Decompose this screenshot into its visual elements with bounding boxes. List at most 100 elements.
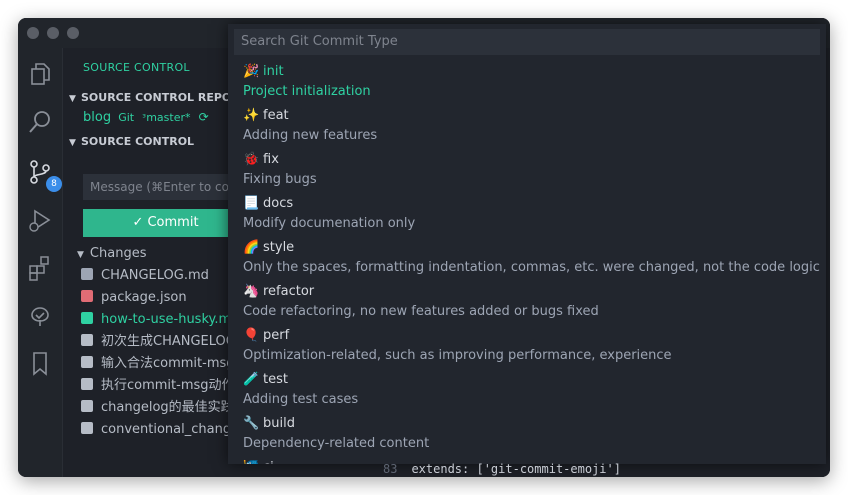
changes-group-header[interactable]: ▼ Changes <box>77 246 146 261</box>
commit-message-input[interactable]: Message (⌘Enter to commit) <box>83 174 248 200</box>
changed-file-item[interactable]: 执行commit-msg动作.png <box>81 375 248 397</box>
commit-type-description: Optimization-related, such as improving … <box>243 348 672 363</box>
file-name: changelog的最佳实践.png <box>101 400 248 415</box>
activity-bar: 8 <box>18 48 62 477</box>
repository-row[interactable]: blog Git ᵌmaster* ⟳ <box>83 110 209 125</box>
chevron-down-icon: ▼ <box>77 250 84 260</box>
maximize-window-button[interactable] <box>67 27 79 39</box>
vscode-window: 8 SOURCE CONTROL ▼ SOURCE CONTROL REPOSIT… <box>18 18 830 477</box>
commit-type-emoji-icon: 🧪 <box>243 372 260 387</box>
commit-type-title: 🧪 test <box>243 372 288 387</box>
commit-type-name: docs <box>263 196 294 211</box>
close-window-button[interactable] <box>27 27 39 39</box>
source-control-sidebar: SOURCE CONTROL ▼ SOURCE CONTROL REPOSITOR… <box>62 48 288 477</box>
commit-type-emoji-icon: 🦄 <box>243 284 260 299</box>
changed-file-item[interactable]: changelog的最佳实践.png <box>81 397 248 419</box>
commit-type-title: 🎏 ci <box>243 460 274 464</box>
commit-type-option[interactable]: 📃 docs Modify documenation only <box>228 192 826 236</box>
commit-type-emoji-icon: 🌈 <box>243 240 260 255</box>
commit-type-title: 🎈 perf <box>243 328 289 343</box>
source-control-icon[interactable]: 8 <box>26 158 62 192</box>
commit-type-name: fix <box>263 152 279 167</box>
bookmark-icon[interactable] <box>26 350 54 378</box>
extensions-icon[interactable] <box>26 254 54 282</box>
commit-type-emoji-icon: ✨ <box>243 108 260 123</box>
changed-file-item[interactable]: 初次生成CHANGELOG.png <box>81 331 248 353</box>
commit-type-option[interactable]: 🔧 build Dependency-related content <box>228 412 826 456</box>
minimize-window-button[interactable] <box>47 27 59 39</box>
commit-type-option[interactable]: 🦄 refactor Code refactoring, no new featur… <box>228 280 826 324</box>
source-control-section-header[interactable]: ▼ SOURCE CONTROL <box>69 135 194 148</box>
file-type-icon <box>81 356 93 368</box>
commit-type-emoji-icon: 🔧 <box>243 416 260 431</box>
chevron-down-icon: ▼ <box>69 94 76 104</box>
commit-type-name: build <box>263 416 295 431</box>
repo-type: Git <box>118 111 135 124</box>
commit-type-title: 🐞 fix <box>243 152 279 167</box>
file-name: how-to-use-husky.md <box>101 312 240 327</box>
commit-type-description: Adding test cases <box>243 392 359 407</box>
line-number: 83 <box>383 462 398 476</box>
changed-file-item[interactable]: package.json <box>81 287 248 309</box>
commit-type-name: style <box>263 240 295 255</box>
file-name: 初次生成CHANGELOG.png <box>101 334 248 349</box>
tree-icon[interactable] <box>26 302 54 330</box>
repo-name: blog <box>83 110 112 125</box>
changed-file-item[interactable]: conventional_changelog.png <box>81 419 248 441</box>
commit-type-title: 📃 docs <box>243 196 293 211</box>
search-icon[interactable] <box>26 108 54 136</box>
commit-type-name: perf <box>263 328 290 343</box>
quick-pick-palette: Search Git Commit Type 🎉 init Project init… <box>228 24 826 464</box>
file-type-icon <box>81 378 93 390</box>
commit-type-description: Code refactoring, no new features added … <box>243 304 599 319</box>
file-type-icon <box>81 334 93 346</box>
commit-type-emoji-icon: 🐞 <box>243 152 260 167</box>
commit-type-name: test <box>263 372 288 387</box>
file-name: 输入合法commit-msg.png <box>101 356 248 371</box>
commit-type-emoji-icon: 🎏 <box>243 460 259 464</box>
commit-type-name: ci <box>263 460 274 464</box>
commit-type-option[interactable]: 🌈 style Only the spaces, formatting indent… <box>228 236 826 280</box>
commit-type-option[interactable]: ✨ feat Adding new features <box>228 104 826 148</box>
file-type-icon <box>81 268 93 280</box>
sidebar-title: SOURCE CONTROL <box>83 61 190 74</box>
file-name: CHANGELOG.md <box>101 268 209 283</box>
file-type-icon <box>81 312 93 324</box>
commit-type-emoji-icon: 🎈 <box>243 328 260 343</box>
commit-type-emoji-icon: 📃 <box>243 196 260 211</box>
commit-type-emoji-icon: 🎉 <box>243 64 260 79</box>
commit-type-description: Dependency-related content <box>243 436 430 451</box>
changed-file-item[interactable]: CHANGELOG.md <box>81 265 248 287</box>
commit-type-option[interactable]: 🎉 init Project initialization <box>228 60 826 104</box>
changed-file-item[interactable]: 输入合法commit-msg.png <box>81 353 248 375</box>
commit-type-option[interactable]: 🧪 test Adding test cases <box>228 368 826 412</box>
editor-code-line: 83 extends: ['git-commit-emoji'] <box>383 462 621 476</box>
commit-type-description: Fixing bugs <box>243 172 317 187</box>
commit-type-title: 🦄 refactor <box>243 284 314 299</box>
changed-file-item[interactable]: how-to-use-husky.md <box>81 309 248 331</box>
commit-button[interactable]: ✓ Commit <box>83 209 248 237</box>
file-type-icon <box>81 400 93 412</box>
commit-type-title: 🔧 build <box>243 416 295 431</box>
file-type-icon <box>81 422 93 434</box>
commit-type-option[interactable]: 🎈 perf Optimization-related, such as impro… <box>228 324 826 368</box>
commit-type-description: Adding new features <box>243 128 378 143</box>
branch-name[interactable]: master* <box>146 111 190 124</box>
commit-type-option[interactable]: 🐞 fix Fixing bugs <box>228 148 826 192</box>
commit-type-title: ✨ feat <box>243 108 289 123</box>
explorer-icon[interactable] <box>26 60 54 88</box>
commit-type-title: 🌈 style <box>243 240 294 255</box>
chevron-down-icon: ▼ <box>69 138 76 148</box>
file-name: conventional_changelog.png <box>101 422 248 437</box>
commit-type-name: refactor <box>263 284 315 299</box>
commit-type-description: Only the spaces, formatting indentation,… <box>243 260 820 275</box>
sync-icon[interactable]: ⟳ <box>199 110 209 124</box>
run-debug-icon[interactable] <box>26 206 54 234</box>
changes-count-badge: 8 <box>46 176 62 192</box>
file-name: package.json <box>101 290 187 305</box>
commit-type-description: Modify documenation only <box>243 216 416 231</box>
commit-type-search-input[interactable]: Search Git Commit Type <box>234 29 820 55</box>
commit-type-description: Project initialization <box>243 84 371 99</box>
commit-type-name: init <box>263 64 284 79</box>
file-name: 执行commit-msg动作.png <box>101 378 248 393</box>
